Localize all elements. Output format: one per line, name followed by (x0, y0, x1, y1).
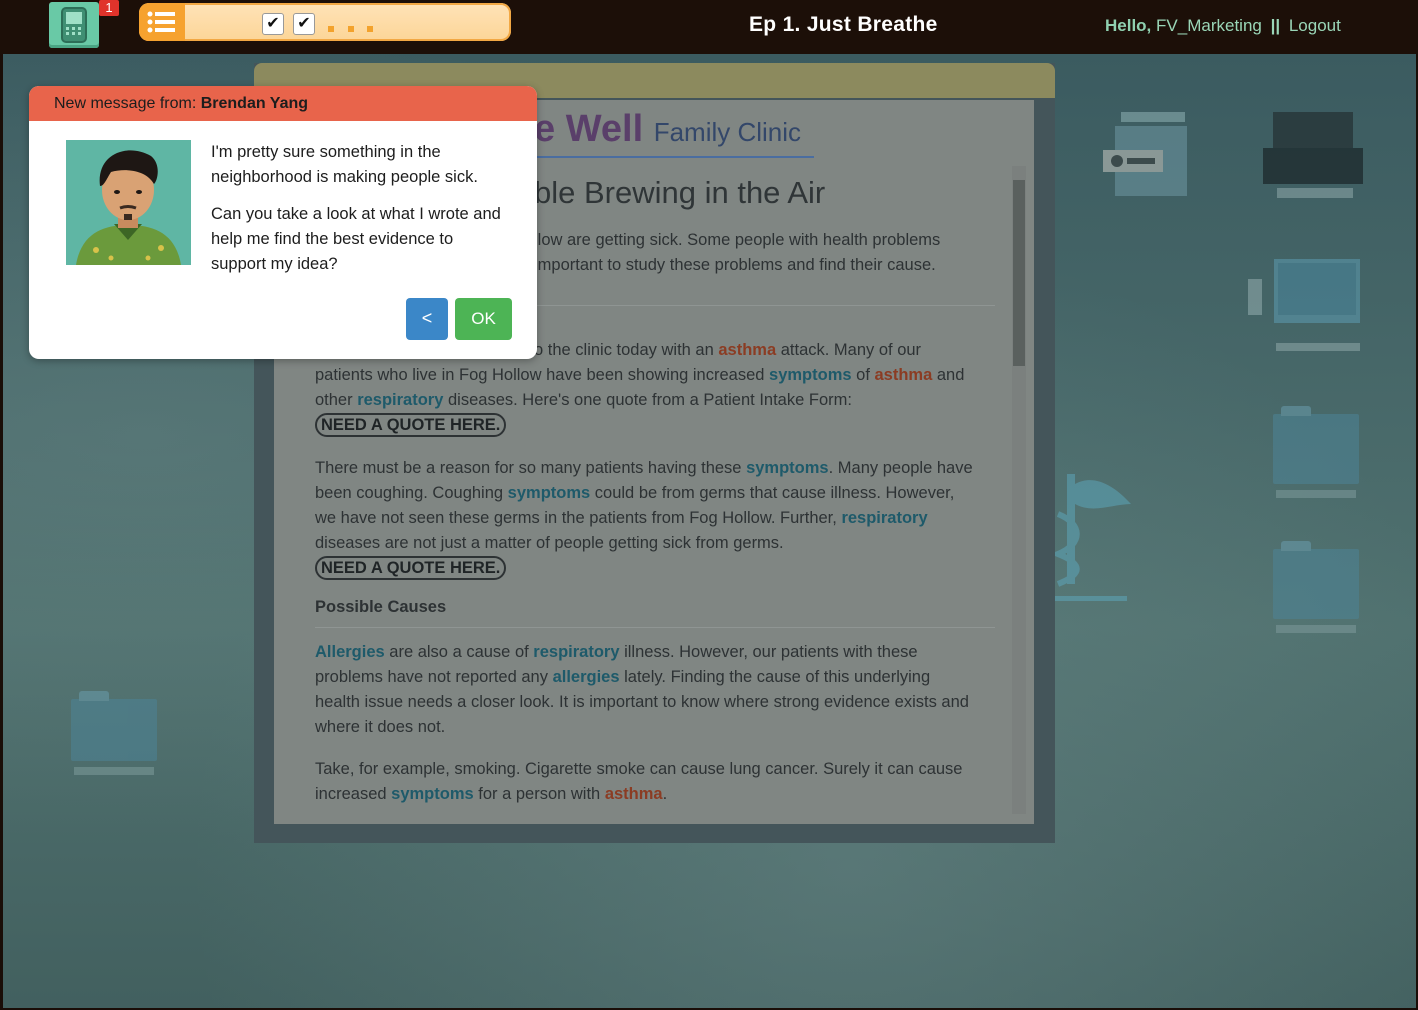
intro-paragraph: llow are getting sick. Some people with … (534, 228, 974, 278)
divider (315, 627, 995, 628)
top-bar: 1 ✔ ✔ Ep 1. Just Breathe Hello, FV_Marke… (0, 0, 1418, 54)
p4-text: . (662, 785, 668, 803)
back-button[interactable]: < (406, 298, 448, 340)
completed-step-checkmark-icon: ✔ (293, 13, 315, 35)
greeting-label: Hello, (1105, 16, 1152, 35)
p1-text: of (851, 366, 875, 384)
sender-avatar (66, 140, 191, 265)
p1-text: o the clinic today with an (534, 341, 719, 359)
progress-bar[interactable]: ✔ ✔ (139, 3, 511, 41)
term-respiratory[interactable]: respiratory (841, 509, 927, 527)
term-asthma[interactable]: asthma (718, 341, 776, 359)
message-dialog: New message from: Brendan Yang I'm prett… (29, 86, 537, 359)
p4-text: for a person with (473, 785, 605, 803)
paragraph-4: Take, for example, smoking. Cigarette sm… (315, 757, 975, 807)
message-line-1: I'm pretty sure something in the neighbo… (211, 143, 478, 186)
logout-link[interactable]: Logout (1289, 16, 1341, 35)
logo-underline (534, 156, 814, 158)
term-asthma[interactable]: asthma (875, 366, 933, 384)
term-symptoms[interactable]: symptoms (769, 366, 852, 384)
header-prefix: New message from: (54, 95, 201, 112)
episode-title: Ep 1. Just Breathe (749, 13, 938, 36)
dialog-message: I'm pretty sure something in the neighbo… (211, 140, 511, 289)
list-icon (147, 11, 175, 33)
id-card-icon[interactable] (1103, 112, 1193, 207)
clinic-name: e Well (534, 108, 644, 150)
clinic-logo: e Well Family Clinic (534, 108, 801, 151)
pending-step-dot (367, 26, 373, 32)
term-allergies[interactable]: allergies (553, 668, 620, 686)
caduceus-icon (1053, 474, 1131, 601)
p3-text: are also a cause of (384, 643, 534, 661)
intro-text-2: important to study these problems and fi… (534, 256, 936, 274)
username: FV_Marketing (1156, 16, 1262, 35)
scrollbar-thumb[interactable] (1013, 180, 1025, 366)
ok-button[interactable]: OK (455, 298, 512, 340)
term-respiratory[interactable]: respiratory (357, 391, 443, 409)
completed-step-checkmark-icon: ✔ (262, 13, 284, 35)
p1-text: diseases. Here's one quote from a Patien… (443, 391, 852, 409)
separator: || (1270, 16, 1281, 35)
quote-slot-2[interactable]: NEED A QUOTE HERE. (315, 556, 507, 580)
folder-icon[interactable] (1273, 541, 1359, 633)
term-allergies[interactable]: Allergies (315, 643, 385, 661)
pending-step-dot (328, 26, 334, 32)
paragraph-2: There must be a reason for so many patie… (315, 456, 975, 581)
document-scrollbar[interactable] (1012, 166, 1026, 814)
dialog-header: New message from: Brendan Yang (29, 86, 537, 121)
printer-icon[interactable] (1263, 112, 1363, 207)
phone-icon (61, 7, 87, 43)
term-asthma[interactable]: asthma (605, 785, 663, 803)
document-heading: ble Brewing in the Air (534, 175, 826, 210)
task-list-button[interactable] (139, 3, 185, 41)
folder-icon[interactable] (1273, 406, 1359, 498)
quote-slot-1[interactable]: NEED A QUOTE HERE. (315, 413, 507, 437)
clinic-name-suffix: Family Clinic (653, 117, 802, 147)
computer-icon[interactable] (1248, 259, 1363, 364)
term-symptoms[interactable]: symptoms (391, 785, 474, 803)
user-greeting: Hello, FV_Marketing || Logout (1105, 16, 1341, 36)
pending-step-dot (348, 26, 354, 32)
p2-text: diseases are not just a matter of people… (315, 534, 784, 552)
sender-name: Brendan Yang (200, 95, 309, 112)
folder-icon[interactable] (71, 691, 157, 775)
term-respiratory[interactable]: respiratory (533, 643, 619, 661)
intro-text: llow are getting sick. Some people with … (534, 231, 941, 249)
message-line-2: Can you take a look at what I wrote and … (211, 205, 501, 273)
p2-text: There must be a reason for so many patie… (315, 459, 747, 477)
term-symptoms[interactable]: symptoms (508, 484, 591, 502)
term-symptoms[interactable]: symptoms (746, 459, 829, 477)
section-subheading: Possible Causes (315, 598, 447, 616)
phone-button[interactable] (49, 2, 99, 48)
paragraph-3: Allergies are also a cause of respirator… (315, 640, 975, 740)
notification-badge: 1 (99, 0, 119, 16)
